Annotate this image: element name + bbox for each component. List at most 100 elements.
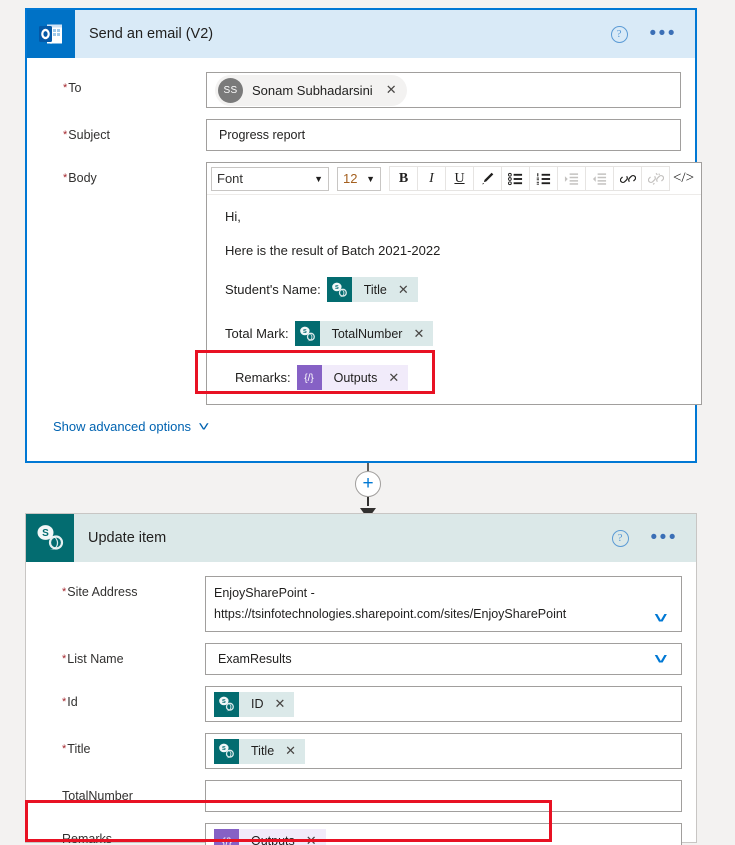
totalnumber-label: TotalNumber — [62, 789, 133, 803]
underline-button[interactable]: U — [445, 166, 474, 191]
svg-text:S: S — [222, 746, 226, 752]
expression-braces-icon: {/} — [296, 365, 322, 390]
title-input[interactable]: S Title ✕ — [205, 733, 682, 769]
expression-braces-icon: {/} — [214, 828, 239, 845]
ellipsis-icon[interactable]: ••• — [650, 24, 677, 43]
token-body: Outputs ✕ — [321, 365, 409, 390]
subject-value: Progress report — [219, 128, 306, 142]
sharepoint-icon: S — [214, 738, 239, 764]
highlight-pen-icon[interactable] — [473, 166, 502, 191]
remove-token-icon[interactable]: ✕ — [398, 282, 409, 298]
font-family-select[interactable]: Font ▼ — [211, 166, 329, 191]
required-asterisk: * — [62, 586, 67, 598]
help-icon[interactable]: ? — [611, 529, 629, 547]
svg-text:S: S — [303, 329, 307, 335]
id-label: *Id — [62, 695, 78, 709]
remove-token-icon[interactable]: ✕ — [306, 833, 317, 845]
chevron-down-icon: ▼ — [314, 173, 323, 184]
numbered-list-icon[interactable] — [529, 166, 558, 191]
body-line-2: Here is the result of Batch 2021-2022 — [225, 243, 441, 258]
add-step-button[interactable]: + — [355, 471, 381, 497]
dynamic-content-token-outputs[interactable]: {/} Outputs ✕ — [214, 828, 326, 845]
remove-token-icon[interactable]: ✕ — [285, 743, 296, 759]
recipient-pill[interactable]: SS Sonam Subhadarsini ✕ — [215, 74, 407, 106]
dynamic-content-token-totalnumber[interactable]: S TotalNumber ✕ — [294, 321, 434, 346]
site-address-dropdown[interactable]: EnjoySharePoint - https://tsinfotechnolo… — [205, 576, 682, 632]
card-header-actions: ? ••• — [610, 24, 695, 43]
body-label: *Body — [63, 171, 97, 185]
chevron-down-icon: ˅ — [198, 419, 210, 434]
dynamic-content-token-title[interactable]: S Title ✕ — [326, 277, 418, 302]
ellipsis-icon[interactable]: ••• — [651, 528, 678, 547]
token-body: TotalNumber ✕ — [319, 321, 434, 346]
body-line-total-mark: Total Mark: S TotalNumber ✕ — [225, 321, 701, 346]
svg-text:S: S — [335, 285, 339, 291]
body-rich-text-editor[interactable]: Font ▼ 12 ▼ B I U </> Hi, Here is the re… — [206, 162, 702, 405]
list-name-value: ExamResults — [218, 652, 292, 666]
italic-button[interactable]: I — [417, 166, 446, 191]
subject-input[interactable]: Progress report — [206, 119, 681, 151]
dynamic-content-token-id[interactable]: S ID ✕ — [214, 691, 295, 717]
sharepoint-icon: S — [294, 321, 320, 346]
totalnumber-input[interactable] — [205, 780, 682, 812]
chevron-down-icon[interactable]: ˅ — [655, 610, 677, 627]
svg-text:{/}: {/} — [222, 837, 232, 845]
bulleted-list-icon[interactable] — [501, 166, 530, 191]
required-asterisk: * — [62, 696, 67, 708]
add-step-connector[interactable]: + — [355, 463, 381, 519]
required-asterisk: * — [62, 743, 67, 755]
required-asterisk: * — [63, 129, 68, 141]
totalnumber-field-row: TotalNumber — [26, 780, 696, 812]
token-body: Title ✕ — [239, 738, 306, 764]
sharepoint-icon: S — [26, 514, 74, 562]
id-input[interactable]: S ID ✕ — [205, 686, 682, 722]
site-address-label: *Site Address — [62, 585, 138, 599]
required-asterisk: * — [63, 172, 68, 184]
subject-field-row: *Subject Progress report — [27, 119, 695, 151]
connector-line-top — [367, 463, 369, 471]
bold-button[interactable]: B — [389, 166, 418, 191]
required-asterisk: * — [63, 82, 68, 94]
code-view-icon[interactable]: </> — [669, 166, 698, 191]
remarks-label: Remarks — [62, 832, 113, 845]
card-header[interactable]: S Update item ? ••• — [26, 514, 696, 562]
insert-link-icon[interactable] — [613, 166, 642, 191]
subject-label: *Subject — [63, 128, 110, 142]
flow-designer-canvas: Send an email (V2) ? ••• *To SS Sonam Su… — [0, 0, 735, 845]
body-field-row: *Body Font ▼ 12 ▼ B I U </> Hi, Here is … — [27, 162, 702, 405]
remove-token-icon[interactable]: ✕ — [275, 696, 286, 712]
token-body: ID ✕ — [239, 691, 295, 717]
show-advanced-options-link[interactable]: Show advanced options ˅ — [27, 405, 695, 434]
help-icon[interactable]: ? — [610, 25, 628, 43]
update-item-action-card[interactable]: S Update item ? ••• *Site Address EnjoyS… — [25, 513, 697, 845]
card-title: Send an email (V2) — [89, 26, 214, 42]
body-line-remarks: Remarks: {/} Outputs ✕ — [225, 365, 701, 390]
remove-recipient-icon[interactable]: ✕ — [386, 82, 397, 98]
indent-icon — [557, 166, 586, 191]
card-title: Update item — [88, 530, 167, 546]
body-content[interactable]: Hi, Here is the result of Batch 2021-202… — [207, 195, 701, 404]
remarks-input[interactable]: {/} Outputs ✕ — [205, 823, 682, 845]
remove-token-icon[interactable]: ✕ — [413, 326, 424, 342]
list-name-dropdown[interactable]: ExamResults ˅ — [205, 643, 682, 675]
svg-text:S: S — [222, 699, 226, 705]
rich-text-toolbar: Font ▼ 12 ▼ B I U </> — [207, 163, 701, 195]
card-header-actions: ? ••• — [611, 528, 696, 547]
outdent-icon — [585, 166, 614, 191]
to-input[interactable]: SS Sonam Subhadarsini ✕ — [206, 72, 681, 108]
chevron-down-icon[interactable]: ˅ — [655, 651, 677, 668]
dynamic-content-token-outputs[interactable]: {/} Outputs ✕ — [296, 365, 409, 390]
dynamic-content-token-title[interactable]: S Title ✕ — [214, 738, 306, 764]
card-header[interactable]: Send an email (V2) ? ••• — [27, 10, 695, 58]
required-asterisk: * — [62, 653, 67, 665]
token-body: Title ✕ — [351, 277, 418, 302]
body-line-1: Hi, — [225, 209, 241, 224]
connector-line-bottom — [367, 497, 369, 506]
remarks-field-row: Remarks {/} Outputs ✕ — [26, 823, 696, 845]
svg-text:S: S — [42, 528, 49, 539]
sharepoint-icon: S — [214, 691, 239, 717]
remove-token-icon[interactable]: ✕ — [388, 370, 399, 386]
site-address-field-row: *Site Address EnjoySharePoint - https://… — [26, 576, 696, 632]
send-email-action-card[interactable]: Send an email (V2) ? ••• *To SS Sonam Su… — [25, 8, 702, 463]
font-size-select[interactable]: 12 ▼ — [337, 166, 381, 191]
